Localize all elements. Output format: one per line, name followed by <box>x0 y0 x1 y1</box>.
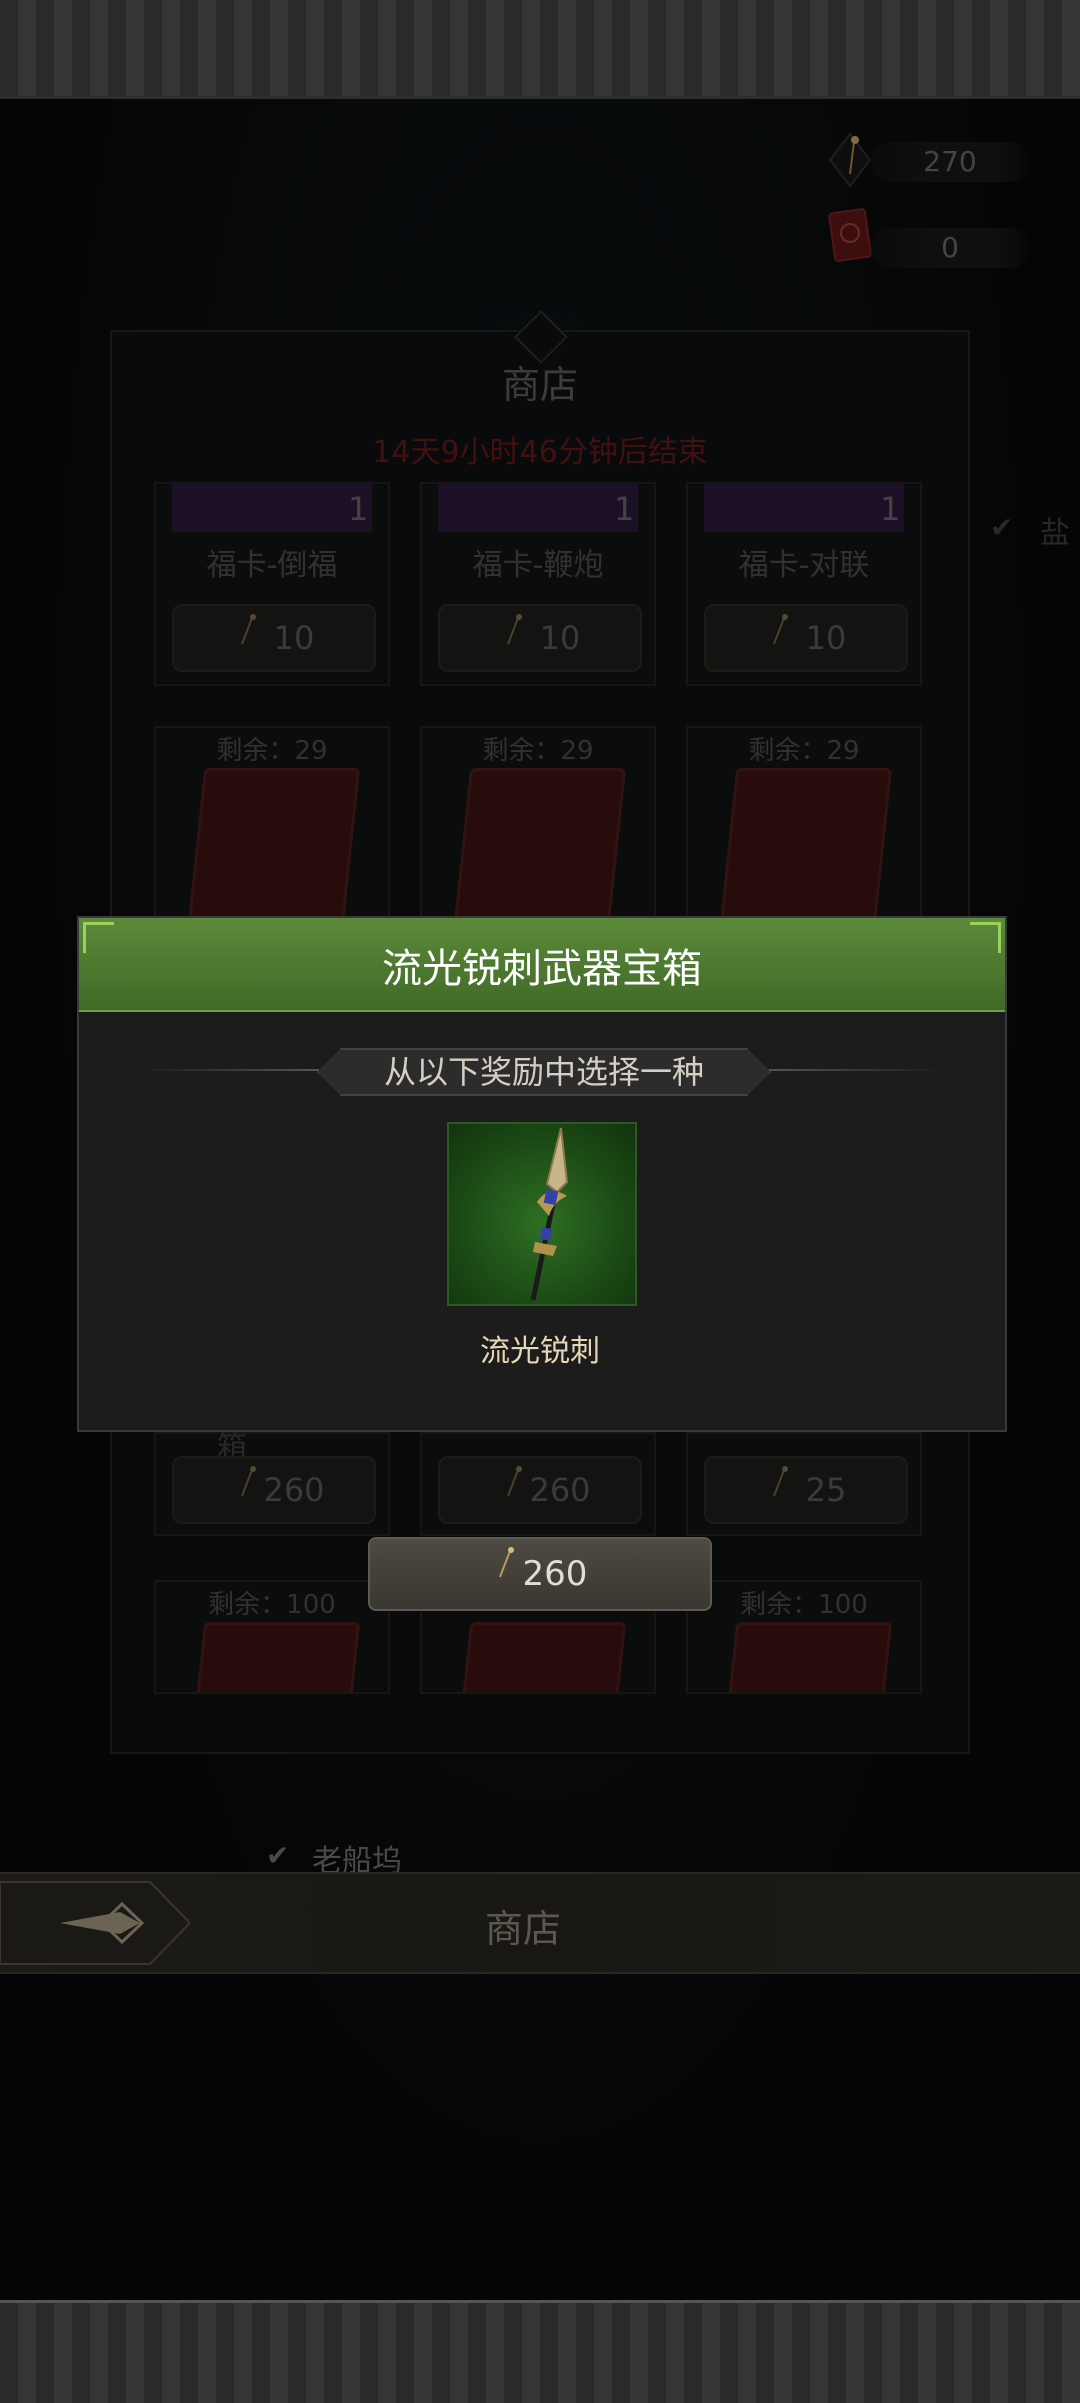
checkbox-icon: ✔ <box>266 1839 290 1872</box>
reward-option-tile[interactable] <box>447 1122 637 1306</box>
subtitle-banner: 从以下奖励中选择一种 <box>317 1048 771 1096</box>
reward-chest-modal: 流光锐刺武器宝箱 从以下奖励中选择一种 流光锐刺 <box>77 916 1007 1432</box>
modal-subtitle: 从以下奖励中选择一种 <box>383 1053 704 1091</box>
modal-title: 流光锐刺武器宝箱 <box>382 946 702 992</box>
bottom-ornament-bar <box>0 2300 1080 2403</box>
bottom-nav-bar: 商店 <box>0 1872 1080 1974</box>
divider-line <box>765 1069 945 1071</box>
buy-button[interactable]: 260 <box>368 1537 712 1611</box>
nav-title: 商店 <box>484 1907 561 1951</box>
buy-price-label: 260 <box>522 1554 588 1594</box>
spear-icon <box>530 1127 569 1301</box>
spark-icon <box>499 1547 514 1578</box>
divider-line <box>139 1069 319 1071</box>
top-ornament-bar <box>0 0 1080 99</box>
reward-name: 流光锐刺 <box>480 1334 600 1369</box>
modal-header: 流光锐刺武器宝箱 <box>79 918 1005 1012</box>
